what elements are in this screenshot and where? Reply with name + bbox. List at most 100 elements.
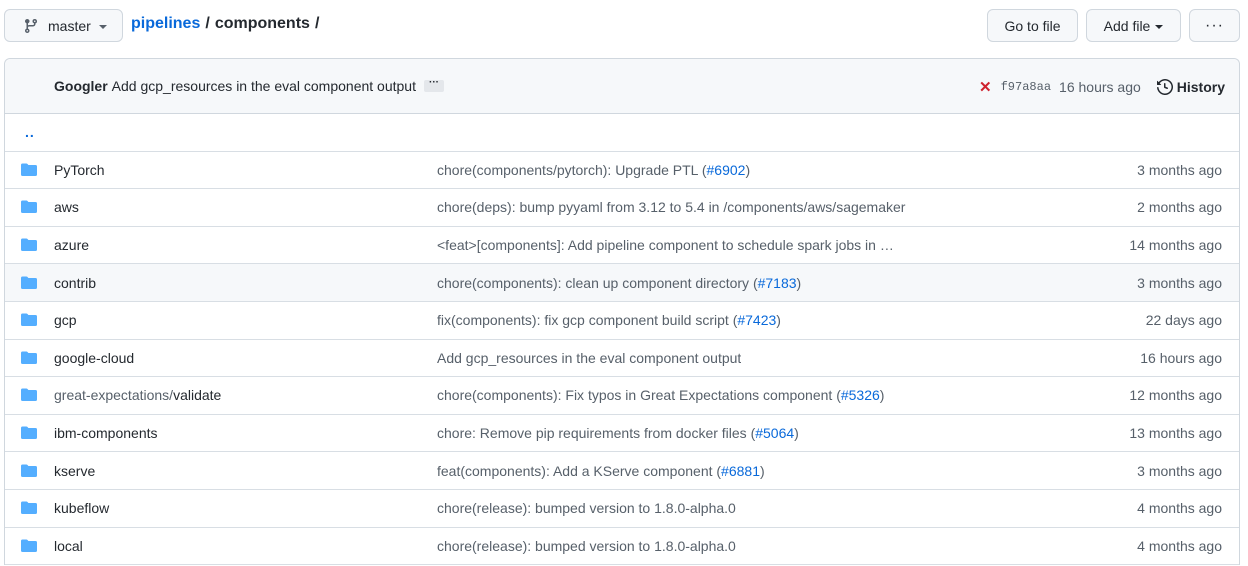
pull-request-link[interactable]: #7423: [737, 312, 776, 328]
folder-name: gcp: [54, 312, 77, 329]
commit-message-suffix: ): [759, 462, 765, 479]
folder-name: validate: [173, 387, 222, 404]
last-commit-message[interactable]: chore(release): bumped version to 1.8.0-…: [437, 500, 736, 516]
add-file-button[interactable]: Add file: [1086, 9, 1181, 42]
folder-path-prefix: great-expectations/: [54, 387, 174, 404]
file-row[interactable]: local chore(release): bumped version to …: [5, 528, 1239, 566]
git-branch-icon: [23, 18, 39, 34]
folder-icon: [21, 276, 37, 290]
commit-message-text: chore(components/pytorch): Upgrade PTL (: [437, 161, 707, 178]
folder-name-link[interactable]: google-cloud: [54, 350, 134, 366]
commit-message-text: chore(deps): bump pyyaml from 3.12 to 5.…: [437, 199, 907, 216]
chevron-down-icon: [98, 24, 107, 29]
file-row[interactable]: ibm-components chore: Remove pip require…: [5, 415, 1239, 453]
last-commit-message[interactable]: chore: Remove pip requirements from dock…: [437, 425, 799, 441]
commit-message-text: feat(components): Add a KServe component…: [437, 462, 722, 479]
history-link[interactable]: History: [1156, 79, 1225, 95]
last-commit-message[interactable]: chore(components/pytorch): Upgrade PTL (…: [437, 162, 750, 178]
file-row[interactable]: gcp fix(components): fix gcp component b…: [5, 302, 1239, 340]
folder-name-link[interactable]: ibm-components: [54, 425, 158, 441]
folder-icon: [21, 163, 37, 177]
add-file-label: Add file: [1103, 17, 1151, 34]
commit-message[interactable]: Add gcp_resources in the eval component …: [112, 78, 416, 94]
pull-request-link[interactable]: #6881: [721, 463, 760, 479]
last-commit-message[interactable]: Add gcp_resources in the eval component …: [437, 350, 741, 366]
expand-commit-message-button[interactable]: ···: [423, 78, 444, 92]
breadcrumb: pipelines / components /: [131, 15, 324, 33]
branch-name: master: [48, 17, 91, 34]
last-commit-age: 12 months ago: [1129, 387, 1222, 404]
file-row[interactable]: azure <feat>[components]: Add pipeline c…: [5, 227, 1239, 265]
last-commit-age: 14 months ago: [1129, 237, 1222, 254]
folder-name-link[interactable]: azure: [54, 237, 89, 253]
file-row[interactable]: kserve feat(components): Add a KServe co…: [5, 452, 1239, 490]
last-commit-message[interactable]: chore(deps): bump pyyaml from 3.12 to 5.…: [437, 199, 907, 215]
x-icon[interactable]: ✕: [979, 78, 992, 96]
last-commit-message[interactable]: chore(components): Fix typos in Great Ex…: [437, 387, 884, 403]
last-commit-age: 4 months ago: [1137, 537, 1222, 554]
file-row[interactable]: great-expectations/validate chore(compon…: [5, 377, 1239, 415]
file-row[interactable]: aws chore(deps): bump pyyaml from 3.12 t…: [5, 189, 1239, 227]
branch-selector-button[interactable]: master: [4, 9, 123, 42]
file-browser: Googler Add gcp_resources in the eval co…: [4, 58, 1240, 566]
commit-message-suffix: ): [745, 161, 751, 178]
last-commit-message[interactable]: feat(components): Add a KServe component…: [437, 463, 765, 479]
folder-icon: [21, 238, 37, 252]
history-icon: [1156, 79, 1173, 95]
breadcrumb-separator: /: [205, 15, 210, 32]
folder-name-link[interactable]: aws: [54, 199, 79, 215]
commit-time: 16 hours ago: [1059, 79, 1141, 95]
last-commit-age: 13 months ago: [1129, 425, 1222, 442]
commit-message-suffix: ): [796, 274, 802, 291]
commit-message-text: <feat>[components]: Add pipeline compone…: [437, 237, 894, 254]
last-commit-age: 2 months ago: [1137, 199, 1222, 216]
folder-name-link[interactable]: kserve: [54, 463, 95, 479]
folder-name-link[interactable]: kubeflow: [54, 500, 109, 516]
last-commit-age: 3 months ago: [1137, 161, 1222, 178]
more-options-button[interactable]: ···: [1189, 9, 1240, 42]
breadcrumb-repo-link[interactable]: pipelines: [131, 15, 200, 33]
folder-icon: [21, 464, 37, 478]
commit-message-text: Add gcp_resources in the eval component …: [437, 349, 742, 366]
file-row[interactable]: contrib chore(components): clean up comp…: [5, 264, 1239, 302]
commit-sha[interactable]: f97a8aa: [1001, 80, 1051, 94]
breadcrumb-separator: /: [314, 15, 320, 32]
last-commit-message[interactable]: chore(components): clean up component di…: [437, 275, 801, 291]
breadcrumb-current: components: [214, 15, 310, 32]
last-commit-message[interactable]: <feat>[components]: Add pipeline compone…: [437, 237, 894, 253]
pull-request-link[interactable]: #7183: [758, 275, 797, 291]
folder-name: contrib: [54, 274, 97, 291]
folder-name-link[interactable]: great-expectations/validate: [54, 387, 221, 403]
folder-icon: [21, 313, 37, 327]
folder-name: ibm-components: [54, 425, 158, 442]
commit-author[interactable]: Googler: [54, 78, 108, 94]
pull-request-link[interactable]: #5064: [755, 425, 794, 441]
chevron-down-icon: [1155, 24, 1164, 29]
folder-name: kubeflow: [54, 500, 110, 517]
file-row[interactable]: PyTorch chore(components/pytorch): Upgra…: [5, 152, 1239, 190]
last-commit-message[interactable]: chore(release): bumped version to 1.8.0-…: [437, 538, 736, 554]
commit-message-suffix: ): [776, 312, 781, 329]
latest-commit-bar: Googler Add gcp_resources in the eval co…: [5, 59, 1239, 114]
pull-request-link[interactable]: #6902: [707, 162, 746, 178]
folder-name: azure: [54, 237, 90, 254]
last-commit-message[interactable]: fix(components): fix gcp component build…: [437, 312, 781, 328]
folder-name-link[interactable]: contrib: [54, 275, 96, 291]
folder-icon: [21, 351, 37, 365]
go-to-file-button[interactable]: Go to file: [987, 9, 1078, 42]
folder-name-link[interactable]: gcp: [54, 312, 77, 328]
folder-icon: [21, 388, 37, 402]
top-bar: master pipelines / components / Go to fi…: [0, 0, 1248, 52]
last-commit-age: 16 hours ago: [1140, 349, 1222, 366]
folder-name-link[interactable]: PyTorch: [54, 162, 105, 178]
parent-directory-row[interactable]: ..: [5, 114, 1239, 152]
folder-icon: [21, 539, 37, 553]
parent-directory-link[interactable]: ..: [5, 124, 35, 140]
file-row[interactable]: kubeflow chore(release): bumped version …: [5, 490, 1239, 528]
folder-name-link[interactable]: local: [54, 538, 83, 554]
pull-request-link[interactable]: #5326: [841, 387, 880, 403]
kebab-horizontal-icon: ···: [1205, 16, 1224, 34]
file-row[interactable]: google-cloud Add gcp_resources in the ev…: [5, 340, 1239, 378]
last-commit-age: 4 months ago: [1137, 500, 1222, 517]
commit-message-text: chore(components): clean up component di…: [437, 274, 758, 291]
